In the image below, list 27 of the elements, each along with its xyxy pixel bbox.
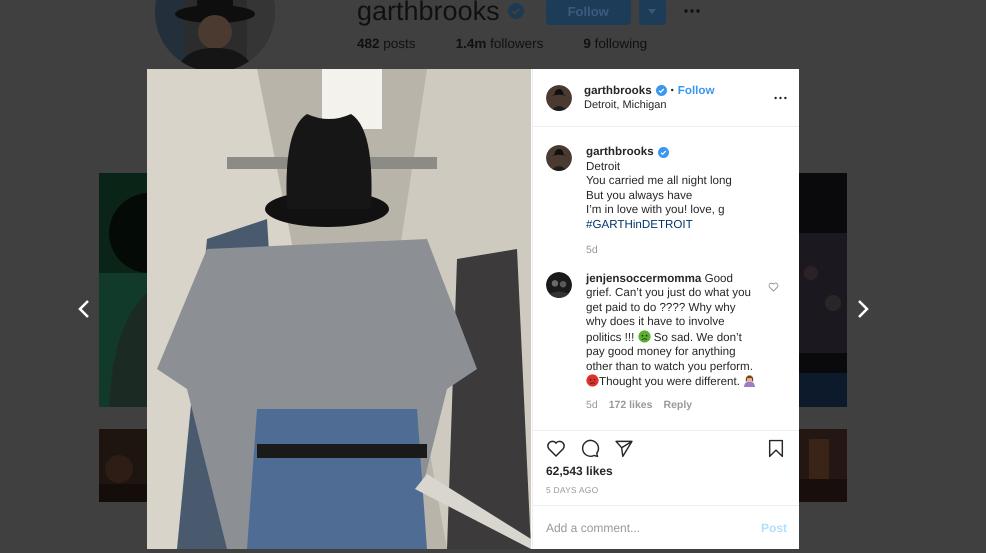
heart-icon[interactable] (546, 439, 566, 458)
more-icon[interactable] (774, 96, 787, 100)
post-date: 5 DAYS AGO (546, 485, 600, 495)
like-count[interactable]: 62,543 likes (546, 464, 785, 478)
caption-line: Detroit (586, 160, 622, 174)
follow-link[interactable]: Follow (678, 83, 715, 98)
caption-username[interactable]: garthbrooks (586, 145, 654, 160)
avatar-icon[interactable] (546, 85, 572, 111)
reply-button[interactable]: Reply (663, 398, 692, 410)
avatar-icon[interactable] (546, 272, 572, 298)
separator-dot: • (670, 84, 674, 97)
hashtag-link[interactable]: #GARTHinDETROIT (586, 218, 758, 232)
caption-line: I’m in love with you! love, g (586, 203, 726, 218)
post-age: 5d (586, 243, 599, 258)
avatar-icon[interactable] (546, 145, 572, 171)
bookmark-icon[interactable] (767, 439, 785, 458)
send-icon[interactable] (614, 439, 634, 458)
caret-icon (648, 8, 656, 14)
caption-line: But you always have (586, 188, 694, 203)
location-link[interactable]: Detroit, Michigan (584, 98, 774, 113)
comment-icon[interactable] (580, 439, 600, 458)
comment-username[interactable]: jenjensoccermomma (586, 272, 702, 284)
comment-age: 5d (586, 398, 598, 412)
caption-line: You carried me all night long (586, 174, 733, 188)
comment-likes[interactable]: 172 likes (608, 398, 652, 412)
comment-text: jenjensoccermomma Good grief. Can’t you just do what you get paid to do ???? Why why why does it have to involve politics !!! So sad. We don’t pay good money for anything other than to watch you perform. Thought you were different. (586, 272, 758, 390)
author-username[interactable]: garthbrooks (584, 83, 652, 98)
